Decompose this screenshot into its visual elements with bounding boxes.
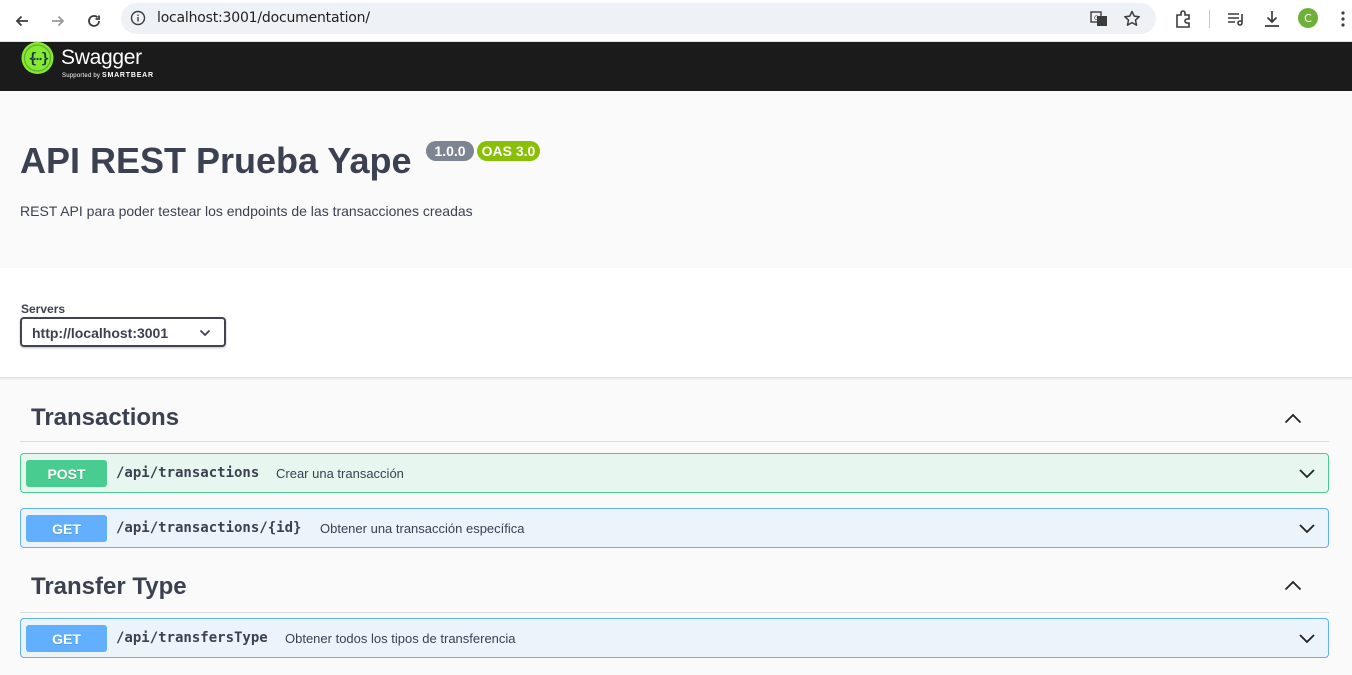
operation-summary[interactable]: Crear una transacción [276, 466, 404, 481]
translate-icon[interactable]: G [1089, 9, 1109, 29]
url-text[interactable]: localhost:3001/documentation/ [157, 10, 370, 26]
svg-text:G: G [1094, 15, 1099, 22]
tag-title[interactable]: Transactions [31, 404, 179, 432]
operation-path[interactable]: /api/transfersType [116, 630, 268, 646]
method-badge-get[interactable]: GET [26, 625, 107, 652]
profile-avatar[interactable]: C [1298, 8, 1318, 28]
download-icon[interactable] [1261, 8, 1283, 30]
back-icon[interactable] [7, 6, 37, 36]
bookmark-star-icon[interactable] [1122, 9, 1142, 29]
servers-label: Servers [21, 302, 66, 316]
operation-summary[interactable]: Obtener una transacción específica [320, 521, 525, 536]
reload-icon[interactable] [79, 6, 109, 36]
chevron-down-icon[interactable] [1297, 463, 1317, 483]
servers-section: Servers http://localhost:3001 [0, 268, 1352, 378]
version-badge: 1.0.0 [426, 141, 474, 161]
api-title: API REST Prueba Yape [20, 140, 412, 181]
supported-by-prefix: Supported by [62, 73, 102, 79]
address-bar[interactable]: localhost:3001/documentation/ G [121, 3, 1156, 34]
smartbear-brand: SMARTBEAR [101, 72, 154, 79]
tag-header-transfer-type[interactable]: Transfer Type [20, 567, 1329, 613]
media-playlist-icon[interactable] [1225, 8, 1247, 30]
operation-path[interactable]: /api/transactions [116, 465, 259, 481]
operation-path[interactable]: /api/transactions/{id} [116, 520, 301, 536]
oas-badge: OAS 3.0 [477, 141, 540, 161]
chevron-down-icon[interactable] [1297, 628, 1317, 648]
opblock-get-transaction-by-id[interactable]: GET /api/transactions/{id} Obtener una t… [20, 508, 1329, 548]
browser-toolbar: localhost:3001/documentation/ G C [0, 0, 1352, 42]
method-badge-get[interactable]: GET [26, 515, 107, 542]
svg-text:{: { [29, 51, 37, 67]
swagger-brand[interactable]: Swagger [61, 46, 142, 70]
tag-title[interactable]: Transfer Type [31, 573, 187, 601]
servers-selected-value[interactable]: http://localhost:3001 [32, 325, 168, 341]
chevron-up-icon[interactable] [1282, 575, 1304, 597]
operation-summary[interactable]: Obtener todos los tipos de transferencia [285, 631, 516, 646]
svg-text:}: } [41, 51, 49, 67]
opblock-get-transfers-type[interactable]: GET /api/transfersType Obtener todos los… [20, 618, 1329, 658]
swagger-topbar: { } Swagger Supported by SMARTBEAR [0, 42, 1352, 91]
chevron-down-icon[interactable] [1297, 518, 1317, 538]
chevron-down-icon[interactable] [198, 326, 212, 340]
site-info-icon[interactable] [130, 10, 146, 26]
opblock-post-transactions[interactable]: POST /api/transactions Crear una transac… [20, 453, 1329, 493]
swagger-logo-icon[interactable]: { } [20, 42, 55, 74]
more-menu-icon[interactable] [1332, 8, 1352, 30]
toolbar-divider [1209, 10, 1210, 28]
api-info-section: API REST Prueba Yape 1.0.0 OAS 3.0 REST … [0, 91, 1352, 268]
servers-select[interactable]: http://localhost:3001 [20, 317, 226, 347]
chevron-up-icon[interactable] [1282, 408, 1304, 430]
extensions-icon[interactable] [1172, 8, 1194, 30]
method-badge-post[interactable]: POST [26, 460, 107, 487]
swagger-supported-by: Supported by SMARTBEAR [62, 72, 154, 79]
api-description: REST API para poder testear los endpoint… [20, 203, 473, 219]
forward-icon[interactable] [43, 6, 73, 36]
tag-header-transactions[interactable]: Transactions [20, 402, 1329, 442]
